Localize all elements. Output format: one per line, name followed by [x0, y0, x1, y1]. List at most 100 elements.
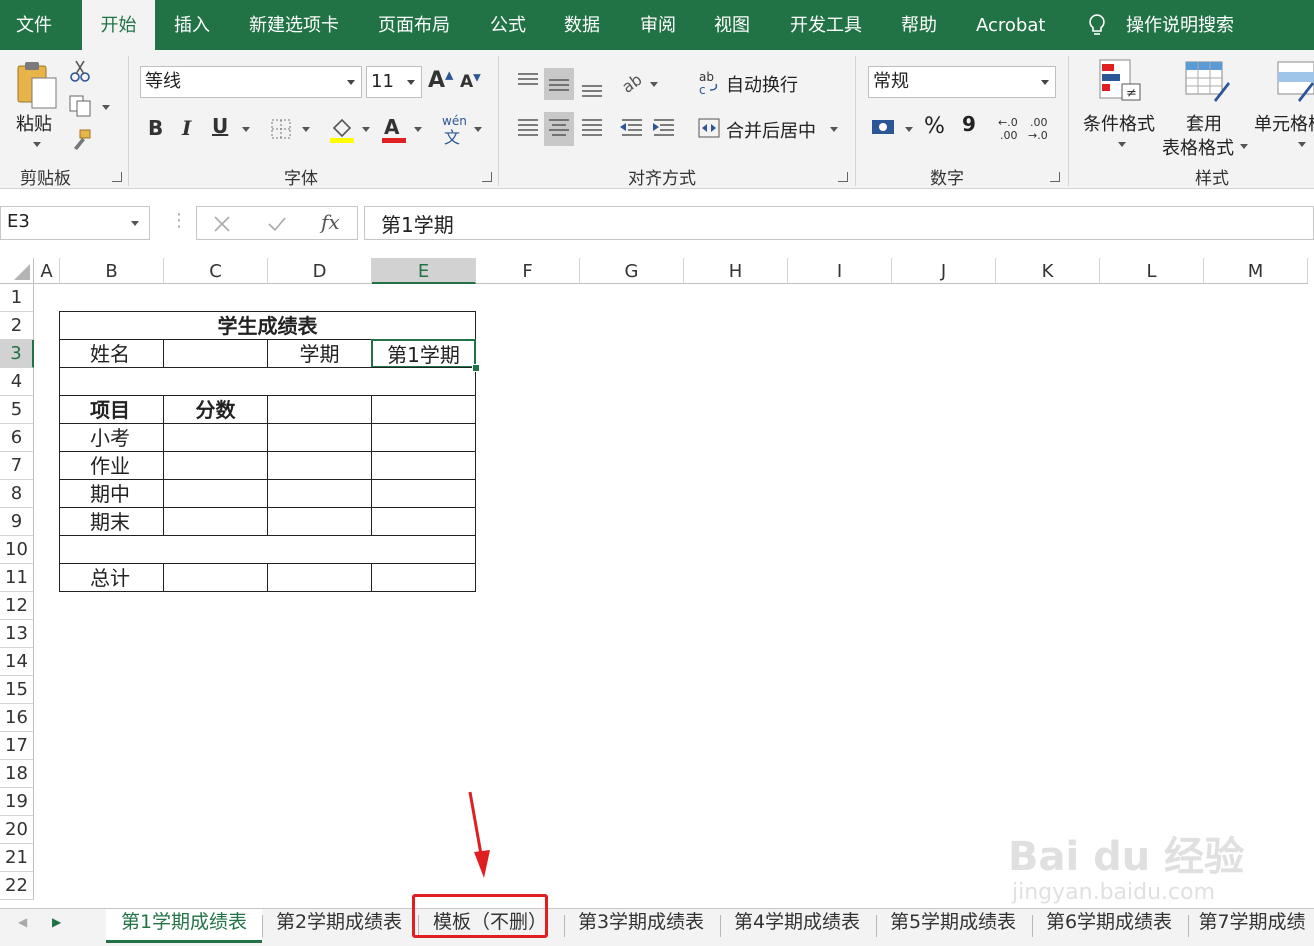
format-table-label-1[interactable]: 套用 — [1186, 110, 1222, 136]
column-header-d[interactable]: D — [268, 258, 372, 284]
format-painter-icon[interactable] — [68, 128, 94, 152]
term-value-cell[interactable]: 第1学期 — [371, 339, 476, 368]
fill-handle[interactable] — [472, 364, 480, 372]
row-header-20[interactable]: 20 — [0, 816, 34, 844]
row-header-10[interactable]: 10 — [0, 536, 34, 564]
sheet-tab-1[interactable]: 第1学期成绩表 — [106, 909, 262, 943]
item-cell[interactable]: 小考 — [59, 423, 164, 452]
row-header-12[interactable]: 12 — [0, 592, 34, 620]
total-value-cell[interactable] — [163, 563, 268, 592]
table-cell[interactable] — [371, 423, 476, 452]
row-header-21[interactable]: 21 — [0, 844, 34, 872]
underline-dropdown-caret[interactable] — [242, 127, 250, 132]
row-header-6[interactable]: 6 — [0, 424, 34, 452]
sheet-tab-5[interactable]: 第4学期成绩表 — [722, 909, 872, 943]
column-header-g[interactable]: G — [580, 258, 684, 284]
fill-color-icon[interactable] — [328, 114, 356, 144]
borders-icon[interactable] — [270, 118, 292, 140]
wrap-text-icon[interactable]: ab c — [698, 70, 720, 96]
item-cell[interactable]: 期末 — [59, 507, 164, 536]
score-cell[interactable] — [163, 451, 268, 480]
font-name-combo[interactable]: 等线 — [140, 66, 362, 98]
paste-dropdown-caret[interactable] — [33, 142, 41, 147]
scroll-left-icon[interactable]: ◀ — [18, 915, 27, 929]
font-size-combo[interactable]: 11 — [366, 66, 422, 98]
sheet-tab-4[interactable]: 第3学期成绩表 — [566, 909, 716, 943]
grow-font-icon[interactable]: A▲ — [428, 68, 454, 93]
tell-me-search[interactable]: 操作说明搜索 — [1126, 0, 1234, 50]
accounting-format-icon[interactable] — [870, 116, 898, 140]
italic-icon[interactable]: I — [182, 116, 191, 140]
underline-icon[interactable]: U — [212, 114, 228, 138]
format-table-dropdown-caret[interactable] — [1240, 144, 1248, 149]
phonetic-dropdown-caret[interactable] — [474, 127, 482, 132]
row-header-2[interactable]: 2 — [0, 312, 34, 340]
column-header-e[interactable]: E — [372, 258, 476, 284]
number-format-combo[interactable]: 常规 — [868, 66, 1056, 98]
wrap-text-button[interactable]: 自动换行 — [726, 71, 798, 97]
row-header-8[interactable]: 8 — [0, 480, 34, 508]
table-cell[interactable] — [371, 451, 476, 480]
conditional-dropdown-caret[interactable] — [1118, 142, 1126, 147]
row-header-17[interactable]: 17 — [0, 732, 34, 760]
score-cell[interactable] — [163, 479, 268, 508]
tab-page-layout[interactable]: 页面布局 — [378, 0, 450, 50]
column-header-m[interactable]: M — [1204, 258, 1308, 284]
name-value-cell[interactable] — [163, 339, 268, 368]
name-label-cell[interactable]: 姓名 — [59, 339, 164, 368]
score-cell[interactable] — [163, 423, 268, 452]
row-header-15[interactable]: 15 — [0, 676, 34, 704]
merge-center-button[interactable]: 合并后居中 — [726, 117, 816, 143]
row-header-4[interactable]: 4 — [0, 368, 34, 396]
more-options-icon[interactable]: ⋮ — [170, 210, 188, 231]
column-header-h[interactable]: H — [684, 258, 788, 284]
item-cell[interactable]: 期中 — [59, 479, 164, 508]
enter-check-icon[interactable] — [267, 215, 287, 233]
row-header-11[interactable]: 11 — [0, 564, 34, 592]
column-header-k[interactable]: K — [996, 258, 1100, 284]
tab-acrobat[interactable]: Acrobat — [976, 0, 1045, 50]
tab-insert[interactable]: 插入 — [174, 0, 210, 50]
item-cell[interactable]: 作业 — [59, 451, 164, 480]
row-header-16[interactable]: 16 — [0, 704, 34, 732]
column-header-a[interactable]: A — [34, 258, 60, 284]
horizontal-align-icons[interactable] — [514, 112, 674, 146]
format-table-label-2[interactable]: 表格格式 — [1162, 134, 1234, 160]
cell-styles-button[interactable]: 单元格样 — [1254, 110, 1314, 136]
sheet-tab-8[interactable]: 第7学期成绩 — [1190, 909, 1314, 943]
orientation-icon[interactable]: ab — [620, 70, 650, 96]
cell-styles-icon[interactable] — [1276, 60, 1314, 104]
sheet-tab-6[interactable]: 第5学期成绩表 — [878, 909, 1028, 943]
scroll-right-icon[interactable]: ▶ — [52, 915, 61, 929]
conditional-formatting-button[interactable]: 条件格式 — [1083, 110, 1155, 136]
cut-icon[interactable] — [68, 58, 92, 84]
table-cell[interactable] — [267, 451, 372, 480]
paste-icon[interactable] — [14, 60, 60, 116]
accounting-dropdown-caret[interactable] — [905, 127, 913, 132]
row-header-22[interactable]: 22 — [0, 872, 34, 900]
item-header-cell[interactable]: 项目 — [59, 395, 164, 424]
worksheet-grid[interactable]: ABCDEFGHIJKLM 1 2 3 4 5 6 7 8 9 10 11 12 13 14 15 16 17 1… — [0, 258, 1314, 908]
tab-home[interactable]: 开始 — [82, 0, 155, 50]
table-cell[interactable] — [267, 423, 372, 452]
column-header-c[interactable]: C — [164, 258, 268, 284]
row-header-19[interactable]: 19 — [0, 788, 34, 816]
font-dialog-launcher-icon[interactable] — [482, 172, 492, 182]
font-color-icon[interactable]: A — [380, 114, 408, 144]
conditional-formatting-icon[interactable]: ≠ — [1098, 58, 1144, 104]
score-header-cell[interactable]: 分数 — [163, 395, 268, 424]
column-header-f[interactable]: F — [476, 258, 580, 284]
tab-developer[interactable]: 开发工具 — [790, 0, 862, 50]
cancel-icon[interactable] — [213, 215, 231, 233]
copy-icon[interactable] — [68, 94, 94, 118]
tab-new[interactable]: 新建选项卡 — [249, 0, 339, 50]
column-header-i[interactable]: I — [788, 258, 892, 284]
shrink-font-icon[interactable]: A▼ — [460, 72, 481, 92]
orientation-dropdown-caret[interactable] — [650, 82, 658, 87]
number-dialog-launcher-icon[interactable] — [1050, 172, 1060, 182]
sheet-tab-7[interactable]: 第6学期成绩表 — [1034, 909, 1184, 943]
spacer-row-cell[interactable] — [59, 367, 476, 396]
score-cell[interactable] — [163, 507, 268, 536]
cell-styles-dropdown-caret[interactable] — [1298, 142, 1306, 147]
alignment-dialog-launcher-icon[interactable] — [838, 172, 848, 182]
